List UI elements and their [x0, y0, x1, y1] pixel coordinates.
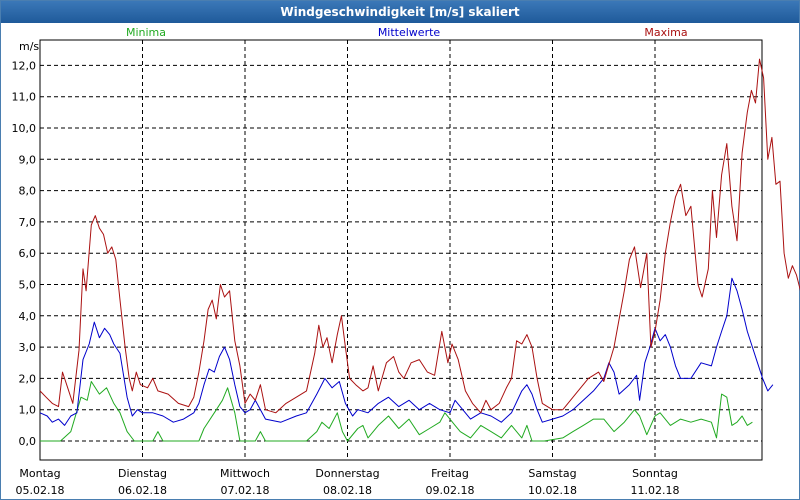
y-axis-label: m/s [19, 40, 39, 53]
wind-speed-chart: m/s 0,0 1,0 2,0 3,0 4,0 5,0 6,0 7,0 8,0 9,0 10,0 11… [12, 26, 800, 497]
x-date-label: 10.02.18 [528, 484, 577, 497]
x-date-label: 07.02.18 [221, 484, 270, 497]
x-day-label: Donnerstag [315, 467, 379, 480]
x-date-label: 05.02.18 [16, 484, 65, 497]
x-day-label: Dienstag [118, 467, 167, 480]
x-date-label: 08.02.18 [323, 484, 372, 497]
legend-entry-maxima: Maxima [644, 26, 687, 39]
y-tick-label: 11,0 [12, 91, 37, 104]
y-tick-label: 0,0 [19, 435, 37, 448]
plot-area [39, 39, 763, 461]
y-tick-label: 4,0 [19, 310, 37, 323]
x-day-label: Montag [19, 467, 60, 480]
y-tick-label: 1,0 [19, 404, 37, 417]
x-date-label: 09.02.18 [426, 484, 475, 497]
x-day-label: Freitag [431, 467, 469, 480]
y-tick-label: 6,0 [19, 247, 37, 260]
y-tick-label: 9,0 [19, 153, 37, 166]
y-tick-label: 10,0 [12, 122, 37, 135]
x-date-label: 11.02.18 [631, 484, 680, 497]
y-tick-label: 7,0 [19, 216, 37, 229]
legend-entry-mittelwerte: Mittelwerte [378, 26, 441, 39]
x-date-label: 06.02.18 [118, 484, 167, 497]
legend-entry-minima: Minima [126, 26, 166, 39]
x-day-label: Mittwoch [220, 467, 270, 480]
y-tick-label: 2,0 [19, 372, 37, 385]
x-day-label: Sonntag [632, 467, 678, 480]
x-day-label: Samstag [528, 467, 576, 480]
y-tick-label: 3,0 [19, 341, 37, 354]
y-tick-label: 5,0 [19, 279, 37, 292]
y-tick-label: 12,0 [12, 59, 37, 72]
y-tick-label: 8,0 [19, 185, 37, 198]
